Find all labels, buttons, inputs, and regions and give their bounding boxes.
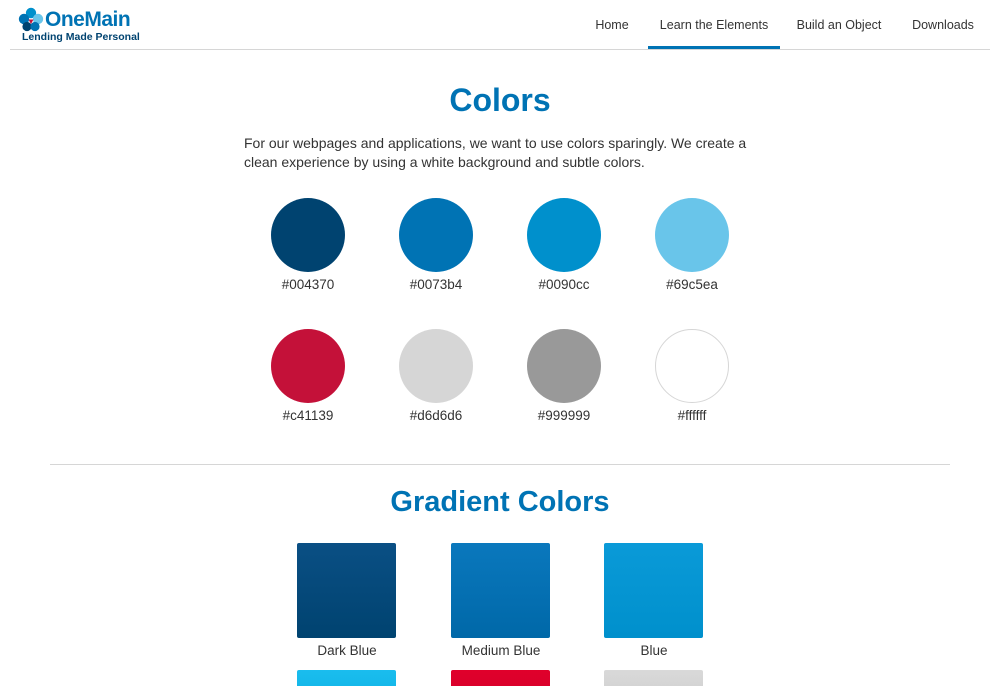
color-swatch-label: #c41139: [282, 408, 334, 423]
gradient-swatch-label: Blue: [640, 643, 668, 658]
nav-learn-the-elements[interactable]: Learn the Elements: [648, 0, 780, 50]
gradient-swatch: [604, 670, 703, 686]
gradient-swatch: [297, 543, 396, 638]
gradient-swatch: [297, 670, 396, 686]
color-swatch-circle: [271, 198, 345, 272]
onemain-logo[interactable]: OneMain Lending Made Personal: [18, 7, 158, 45]
color-swatch-label: #004370: [281, 277, 335, 292]
color-swatch-circle: [655, 198, 729, 272]
nav-build-an-object[interactable]: Build an Object: [790, 0, 888, 50]
gradient-swatch: [604, 543, 703, 638]
color-swatch-circle: [655, 329, 729, 403]
color-swatch-label: #0090cc: [538, 277, 590, 292]
brand-name: OneMain: [45, 8, 131, 31]
nav-downloads[interactable]: Downloads: [902, 0, 984, 50]
color-swatch-circle: [527, 329, 601, 403]
color-swatch-label: #0073b4: [409, 277, 463, 292]
onemain-flower-icon: [18, 7, 44, 32]
color-swatch-label: #69c5ea: [666, 277, 718, 292]
gradient-colors-title: Gradient Colors: [390, 486, 610, 518]
color-swatch-circle: [399, 329, 473, 403]
color-swatch-label: #ffffff: [677, 408, 707, 423]
brand-tagline: Lending Made Personal: [22, 31, 140, 43]
gradient-swatch: [451, 670, 550, 686]
colors-title: Colors: [449, 82, 551, 118]
gradient-swatch: [451, 543, 550, 638]
section-divider: [50, 464, 950, 465]
color-swatch-circle: [271, 329, 345, 403]
color-swatch-label: #999999: [537, 408, 591, 423]
header-divider: [10, 49, 990, 50]
color-swatch-circle: [399, 198, 473, 272]
colors-intro: For our webpages and applications, we wa…: [244, 135, 747, 170]
site-header: OneMain Lending Made Personal Home Learn…: [0, 0, 1000, 50]
color-swatch-label: #d6d6d6: [409, 408, 463, 423]
color-swatch-circle: [527, 198, 601, 272]
gradient-swatch-label: Medium Blue: [461, 643, 541, 658]
gradient-swatch-label: Dark Blue: [317, 643, 377, 658]
nav-home[interactable]: Home: [584, 0, 640, 50]
